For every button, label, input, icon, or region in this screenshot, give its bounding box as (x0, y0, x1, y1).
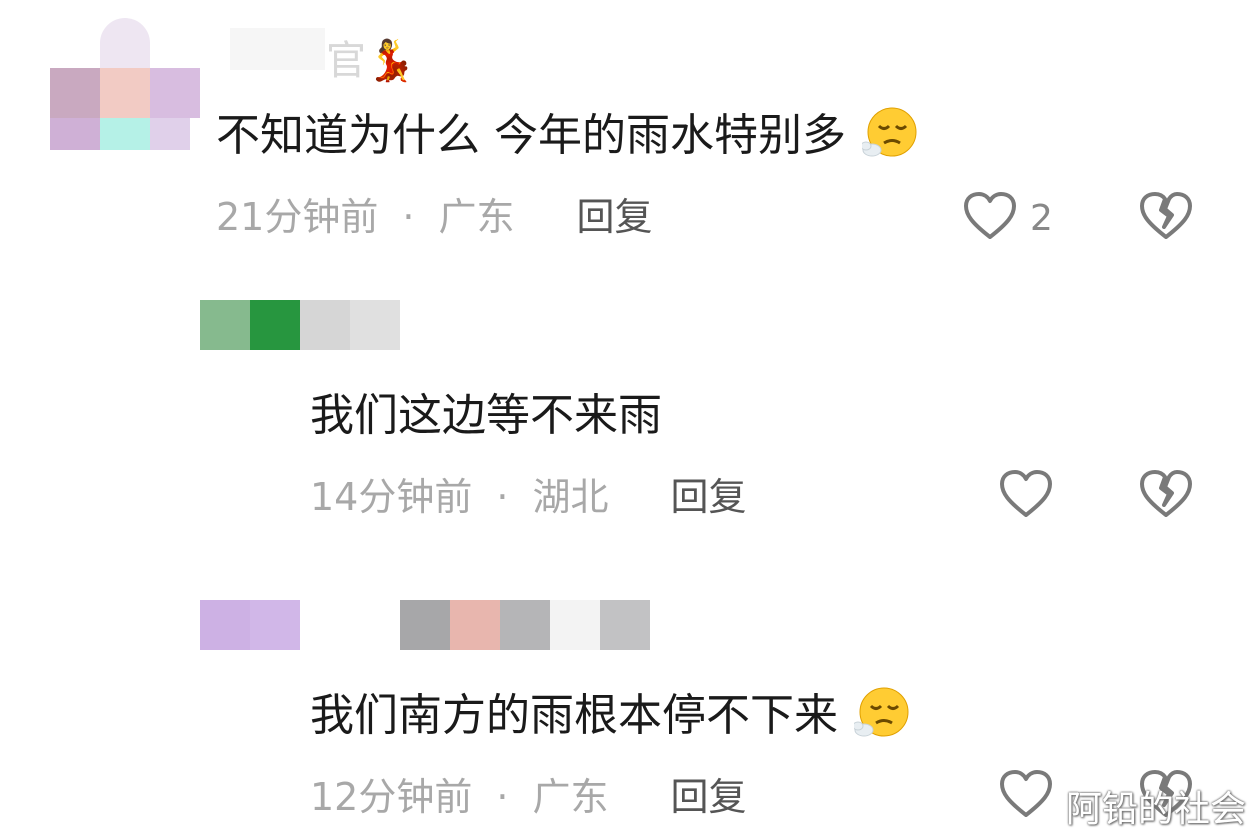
dislike-button[interactable] (1138, 468, 1194, 520)
watermark: 阿铅的社会 (1065, 789, 1246, 830)
location: 广东 (532, 775, 609, 819)
avatar[interactable] (50, 18, 200, 150)
exhale-emoji-icon (852, 686, 910, 742)
timestamp: 21分钟前 (216, 195, 379, 239)
broken-heart-icon (1140, 192, 1192, 239)
reply-button[interactable]: 回复 (670, 478, 746, 516)
heart-outline-icon (1000, 770, 1052, 817)
timestamp: 14分钟前 (310, 475, 473, 519)
username[interactable] (400, 600, 650, 650)
timestamp: 12分钟前 (310, 775, 473, 819)
like-button[interactable] (998, 768, 1054, 820)
comment-meta: 12分钟前 · 广东 回复 (310, 778, 746, 816)
exhale-emoji-icon (860, 106, 918, 162)
separator: · (496, 775, 509, 819)
heart-outline-icon (1000, 470, 1052, 517)
location: 广东 (438, 195, 515, 239)
username-suffix: 官💃 (326, 38, 416, 84)
reply-button[interactable]: 回复 (576, 198, 652, 236)
comment-meta: 21分钟前 · 广东 回复 (216, 198, 652, 236)
avatar[interactable] (200, 600, 300, 650)
location: 湖北 (532, 475, 609, 519)
like-button[interactable] (962, 190, 1018, 242)
reply-button[interactable]: 回复 (670, 778, 746, 816)
comment-text: 我们这边等不来雨 (310, 390, 662, 441)
heart-outline-icon (964, 192, 1016, 239)
broken-heart-icon (1140, 470, 1192, 517)
comment-text: 不知道为什么 今年的雨水特别多 (216, 107, 918, 166)
separator: · (402, 195, 415, 239)
username[interactable]: 官💃 (230, 24, 416, 84)
like-count: 2 (1030, 198, 1053, 239)
comment-text: 我们南方的雨根本停不下来 (310, 687, 910, 746)
dislike-button[interactable] (1138, 190, 1194, 242)
comment-meta: 14分钟前 · 湖北 回复 (310, 478, 746, 516)
separator: · (496, 475, 509, 519)
like-button[interactable] (998, 468, 1054, 520)
username[interactable] (200, 300, 400, 350)
